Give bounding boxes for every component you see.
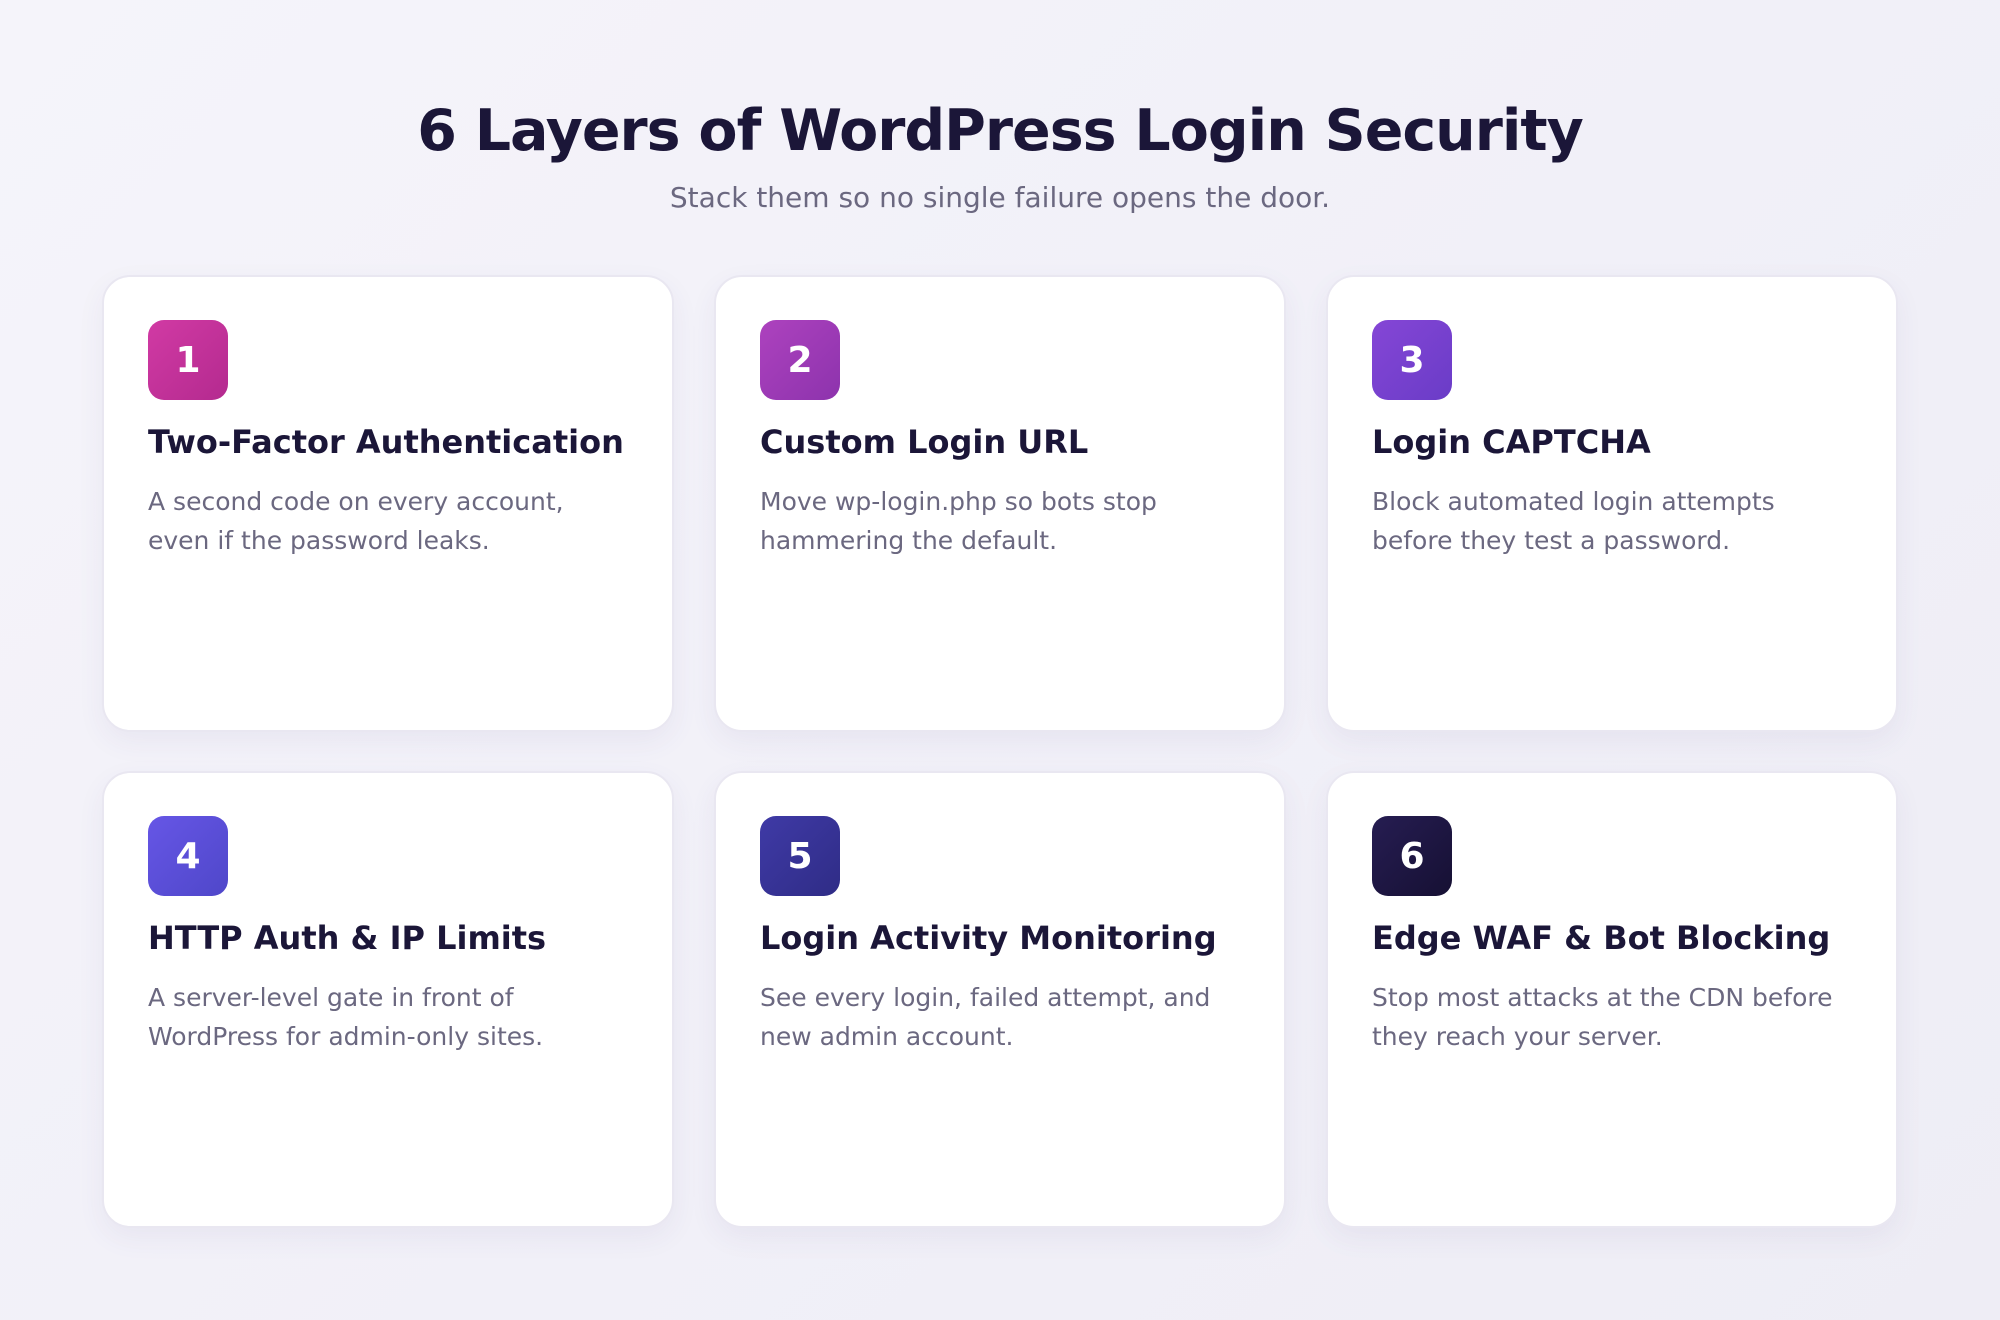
layer-description: Stop most attacks at the CDN before they… xyxy=(1372,983,1833,1051)
layer-description: A second code on every account, even if … xyxy=(148,487,564,555)
layer-description: Move wp-login.php so bots stop hammering… xyxy=(760,487,1157,555)
layer-card-custom-login-url: 2 Custom Login URL Move wp-login.php so … xyxy=(714,275,1286,732)
layer-title: Edge WAF & Bot Blocking xyxy=(1372,919,1831,957)
layer-description: A server-level gate in front of WordPres… xyxy=(148,983,544,1051)
layer-card-http-auth: 4 HTTP Auth & IP Limits A server-level g… xyxy=(102,771,674,1228)
layer-card-activity-monitoring: 5 Login Activity Monitoring See every lo… xyxy=(714,771,1286,1228)
security-layers-grid: 1 Two-Factor Authentication A second cod… xyxy=(102,275,1898,1228)
layer-description: Block automated login attempts before th… xyxy=(1372,487,1775,555)
layer-number-badge: 4 xyxy=(148,816,228,896)
layer-title: Login Activity Monitoring xyxy=(760,919,1217,957)
layer-card-edge-waf: 6 Edge WAF & Bot Blocking Stop most atta… xyxy=(1326,771,1898,1228)
page-subtitle: Stack them so no single failure opens th… xyxy=(669,181,1331,214)
layer-number-badge: 5 xyxy=(760,816,840,896)
layer-title: Custom Login URL xyxy=(760,423,1089,461)
page-title: 6 Layers of WordPress Login Security xyxy=(417,98,1584,164)
layer-number-badge: 1 xyxy=(148,320,228,400)
page-header: 6 Layers of WordPress Login Security Sta… xyxy=(0,96,2000,216)
layer-number-badge: 2 xyxy=(760,320,840,400)
layer-description: See every login, failed attempt, and new… xyxy=(760,983,1211,1051)
layer-title: Two-Factor Authentication xyxy=(148,423,624,461)
layer-card-login-captcha: 3 Login CAPTCHA Block automated login at… xyxy=(1326,275,1898,732)
layer-title: HTTP Auth & IP Limits xyxy=(148,919,547,957)
layer-number-badge: 3 xyxy=(1372,320,1452,400)
layer-title: Login CAPTCHA xyxy=(1372,423,1651,461)
layer-card-two-factor: 1 Two-Factor Authentication A second cod… xyxy=(102,275,674,732)
layer-number-badge: 6 xyxy=(1372,816,1452,896)
